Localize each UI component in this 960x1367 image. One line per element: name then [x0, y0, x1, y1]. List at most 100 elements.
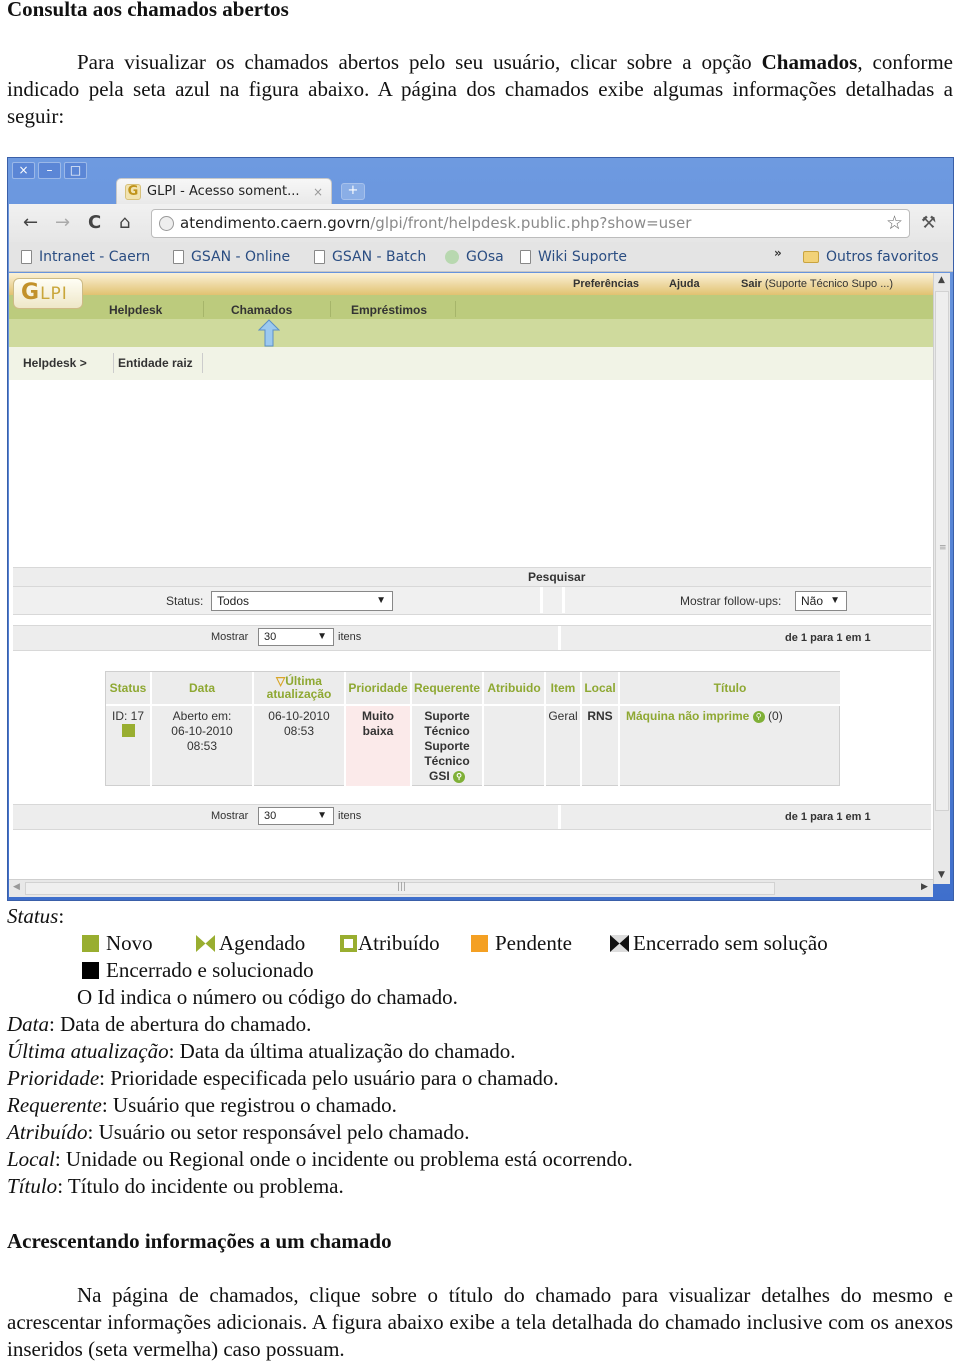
- definition-text: : Usuário ou setor responsável pelo cham…: [87, 1120, 470, 1144]
- bookmark-intranet-caern[interactable]: Intranet - Caern: [21, 249, 150, 265]
- cell-date: Aberto em: 06-10-2010 08:53: [152, 704, 254, 786]
- scroll-down-icon[interactable]: ▼: [938, 870, 945, 880]
- reload-icon[interactable]: C: [88, 214, 101, 232]
- items-per-page-value: 30: [264, 631, 277, 643]
- breadcrumb-helpdesk[interactable]: Helpdesk >: [23, 356, 87, 370]
- wrench-menu-icon[interactable]: ⚒: [921, 213, 936, 233]
- requester-group: GSI ⚲: [412, 769, 482, 784]
- col-header-priority[interactable]: Prioridade: [346, 672, 412, 704]
- priority-line1: Muito: [362, 709, 394, 723]
- legend-item-novo: Novo: [82, 930, 153, 957]
- bookmark-gsan-online[interactable]: GSAN - Online: [173, 249, 290, 265]
- definition-last-update: Última atualização: Data da última atual…: [7, 1038, 516, 1065]
- definition-requester: Requerente: Usuário que registrou o cham…: [7, 1092, 397, 1119]
- definition-location: Local: Unidade ou Regional onde o incide…: [7, 1146, 633, 1173]
- ticket-id: ID: 17: [111, 709, 144, 723]
- status-closed-solved-icon: [82, 962, 99, 979]
- status-filter-select[interactable]: Todos ▼: [211, 591, 393, 611]
- address-bar[interactable]: atendimento.caern.govrn/glpi/front/helpd…: [151, 209, 910, 238]
- requester-line: Suporte: [424, 709, 470, 723]
- ticket-title-link[interactable]: Máquina não imprime: [626, 709, 749, 723]
- magnifier-icon[interactable]: ⚲: [752, 710, 765, 723]
- menu-divider: [330, 301, 331, 317]
- bookmark-gsan-batch[interactable]: GSAN - Batch: [314, 249, 426, 265]
- breadcrumb-root-entity[interactable]: Entidade raiz: [118, 356, 193, 370]
- column-divider: [540, 587, 543, 613]
- window-minimize-button[interactable]: –: [38, 162, 61, 179]
- col-header-requester[interactable]: Requerente: [412, 672, 484, 704]
- items-label: itens: [338, 631, 362, 643]
- vertical-scrollbar[interactable]: ▲ ≡ ▼: [933, 273, 950, 884]
- bookmark-label: GSAN - Online: [191, 249, 291, 265]
- glpi-submenu-bar: [9, 319, 933, 347]
- followups-value: Não: [801, 594, 824, 608]
- glpi-logo[interactable]: GLPI: [13, 278, 83, 309]
- magnifier-icon[interactable]: ⚲: [453, 770, 465, 783]
- followups-select[interactable]: Não ▼: [795, 591, 847, 611]
- legend-label: Atribuído: [358, 931, 440, 955]
- menu-chamados[interactable]: Chamados: [231, 303, 292, 317]
- intro-paragraph: Para visualizar os chamados abertos pelo…: [7, 49, 953, 130]
- grip-icon: ≡: [939, 543, 947, 553]
- scroll-left-icon[interactable]: ◀: [13, 882, 20, 892]
- col-header-item[interactable]: Item: [546, 672, 582, 704]
- menu-divider: [455, 301, 456, 317]
- section-heading-open-tickets: Consulta aos chamados abertos: [7, 0, 289, 21]
- legend-item-pendente: Pendente: [471, 930, 572, 957]
- items-per-page-select[interactable]: 30 ▼: [258, 807, 334, 825]
- bookmark-other-favorites[interactable]: Outros favoritos: [803, 249, 939, 265]
- definition-text: : Prioridade especificada pelo usuário p…: [99, 1066, 559, 1090]
- logout-link[interactable]: Sair (Suporte Técnico Supo ...): [741, 278, 893, 290]
- col-header-date[interactable]: Data: [152, 672, 254, 704]
- horizontal-scrollbar[interactable]: ◀ ||| ▶: [9, 879, 933, 897]
- definition-term: Título: [7, 1174, 58, 1198]
- definition-text: : Unidade ou Regional onde o incidente o…: [54, 1147, 633, 1171]
- window-maximize-button[interactable]: □: [64, 162, 87, 179]
- col-header-last-update[interactable]: ▽Última atualização: [254, 672, 346, 704]
- priority-line2: baixa: [362, 724, 394, 738]
- status-assigned-icon: [340, 935, 357, 952]
- status-closed-unsolved-icon: [610, 935, 629, 952]
- show-label: Mostrar: [211, 810, 249, 822]
- legend-item-atribuido: Atribuído: [340, 930, 440, 957]
- forward-arrow-icon[interactable]: →: [55, 214, 70, 232]
- bookmark-wiki-suporte[interactable]: Wiki Suporte: [520, 249, 627, 265]
- menu-emprestimos[interactable]: Empréstimos: [351, 303, 427, 317]
- pager-range: de 1 para 1 em 1: [785, 632, 871, 644]
- status-filter-label: Status:: [166, 594, 204, 608]
- back-arrow-icon[interactable]: ←: [23, 214, 38, 232]
- bookmark-star-icon[interactable]: ☆: [886, 210, 903, 237]
- logged-user: (Suporte Técnico Supo ...): [761, 278, 894, 290]
- legend-label: Encerrado sem solução: [633, 931, 828, 955]
- col-header-location[interactable]: Local: [582, 672, 620, 704]
- legend-label: Pendente: [495, 931, 572, 955]
- show-label: Mostrar: [211, 631, 249, 643]
- tab-close-icon[interactable]: ×: [313, 185, 323, 199]
- help-link[interactable]: Ajuda: [669, 278, 700, 290]
- col-header-assigned[interactable]: Atribuido: [484, 672, 546, 704]
- bookmark-gosa[interactable]: GOsa: [445, 249, 504, 265]
- new-tab-button[interactable]: +: [341, 183, 365, 200]
- preferences-link[interactable]: Preferências: [573, 278, 639, 290]
- bookmark-label: Outros favoritos: [826, 249, 939, 265]
- menu-helpdesk[interactable]: Helpdesk: [109, 303, 162, 317]
- home-icon[interactable]: ⌂: [119, 214, 130, 232]
- search-title: Pesquisar: [528, 570, 586, 584]
- pager-range: de 1 para 1 em 1: [785, 811, 871, 823]
- column-divider: [558, 626, 561, 650]
- scroll-up-icon[interactable]: ▲: [938, 275, 945, 285]
- window-close-button[interactable]: ×: [12, 162, 35, 179]
- browser-tab-glpi[interactable]: G GLPI - Acesso soment... ×: [116, 178, 332, 204]
- cell-last-update: 06-10-2010 08:53: [254, 704, 346, 786]
- column-divider: [558, 805, 561, 829]
- items-per-page-select[interactable]: 30 ▼: [258, 628, 334, 646]
- blue-up-arrow-icon: [258, 319, 280, 347]
- logout-label: Sair: [741, 278, 762, 290]
- col-header-status[interactable]: Status: [106, 672, 152, 704]
- opened-date: 06-10-2010: [171, 724, 233, 738]
- col-header-title[interactable]: Título: [620, 672, 840, 704]
- bookmarks-overflow-icon[interactable]: »: [774, 246, 782, 260]
- definition-text: : Título do incidente ou problema.: [57, 1174, 344, 1198]
- scroll-right-icon[interactable]: ▶: [921, 882, 928, 892]
- legend-item-encerrado-sem-solucao: Encerrado sem solução: [610, 930, 828, 957]
